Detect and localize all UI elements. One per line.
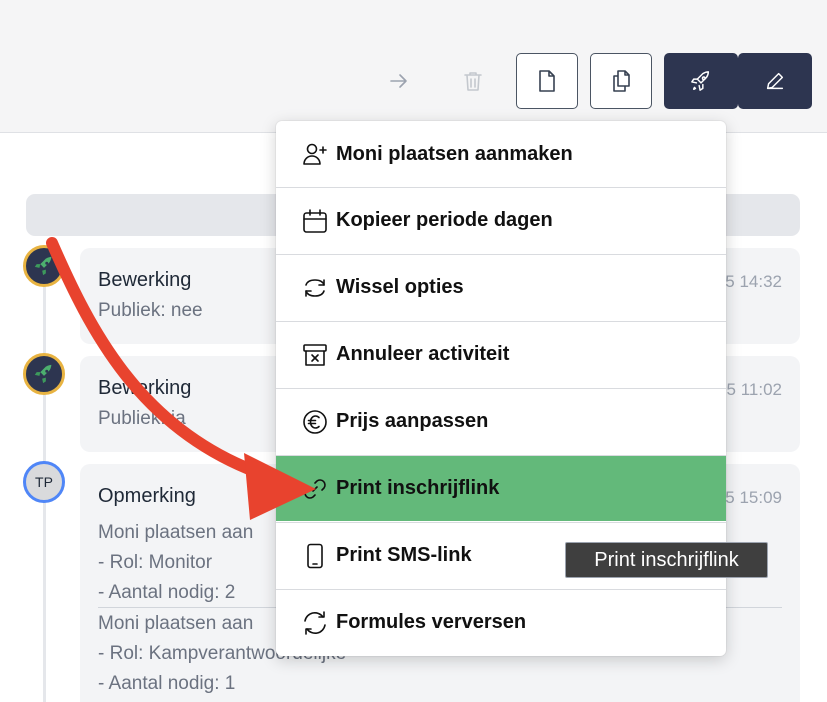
link-icon	[302, 476, 328, 502]
card-time: 5 15:09	[725, 488, 782, 507]
card-detail: Publiek: nee	[98, 300, 203, 321]
card-time: 5 14:32	[725, 272, 782, 291]
card-title: Opmerking	[98, 485, 196, 507]
menu-item-cancel-activity[interactable]: Annuleer activiteit	[276, 321, 726, 387]
arrow-right-icon	[390, 74, 407, 88]
calendar-icon	[302, 208, 328, 234]
new-document-button[interactable]	[516, 53, 578, 109]
card-detail: Moni plaatsen aan	[98, 522, 254, 543]
card-detail: - Aantal nodig: 2	[98, 582, 236, 603]
trash-icon	[464, 72, 482, 91]
user-plus-icon	[302, 141, 328, 167]
menu-item-label: Wissel opties	[336, 276, 464, 298]
move-button[interactable]	[379, 61, 419, 101]
rocket-icon	[34, 364, 52, 384]
menu-item-label: Annuleer activiteit	[336, 343, 510, 365]
avatar	[23, 245, 65, 287]
menu-item-copy-period-days[interactable]: Kopieer periode dagen	[276, 187, 726, 253]
card-detail: Publiek: ja	[98, 408, 186, 429]
publish-button[interactable]	[664, 53, 738, 109]
refresh-icon	[302, 610, 328, 636]
menu-item-label: Print SMS-link	[336, 544, 472, 566]
phone-icon	[302, 543, 328, 569]
avatar	[23, 353, 65, 395]
archive-x-icon	[302, 342, 328, 368]
menu-item-label: Print inschrijflink	[336, 477, 500, 499]
rocket-icon	[34, 256, 52, 276]
menu-item-create-moni-slots[interactable]: Moni plaatsen aanmaken	[276, 121, 726, 187]
card-title: Bewerking	[98, 377, 192, 399]
euro-icon	[302, 409, 328, 435]
card-detail: Moni plaatsen aan	[98, 613, 254, 634]
avatar: TP	[23, 461, 65, 503]
header-toolbar	[0, 0, 827, 133]
menu-item-swap-options[interactable]: Wissel opties	[276, 254, 726, 320]
menu-item-print-signup-link[interactable]: Print inschrijflink	[276, 455, 726, 521]
avatar-initials: TP	[35, 474, 53, 490]
copy-files-icon	[613, 70, 630, 92]
card-detail: - Rol: Monitor	[98, 552, 213, 573]
card-time: 5 11:02	[726, 380, 782, 399]
file-icon	[539, 70, 555, 92]
card-title: Bewerking	[98, 269, 192, 291]
menu-item-adjust-price[interactable]: Prijs aanpassen	[276, 388, 726, 454]
duplicate-button[interactable]	[590, 53, 652, 109]
tooltip: Print inschrijflink	[565, 542, 768, 578]
menu-item-label: Kopieer periode dagen	[336, 209, 553, 231]
menu-item-label: Prijs aanpassen	[336, 410, 489, 432]
menu-item-refresh-formulas[interactable]: Formules verversen	[276, 589, 726, 655]
card-detail: - Aantal nodig: 1	[98, 673, 236, 694]
delete-button[interactable]	[453, 61, 493, 101]
menu-item-label: Moni plaatsen aanmaken	[336, 142, 573, 165]
pencil-icon	[766, 72, 784, 90]
rocket-icon	[691, 71, 710, 91]
menu-item-label: Formules verversen	[336, 611, 527, 633]
edit-button[interactable]	[738, 53, 812, 109]
swap-icon	[302, 275, 328, 301]
